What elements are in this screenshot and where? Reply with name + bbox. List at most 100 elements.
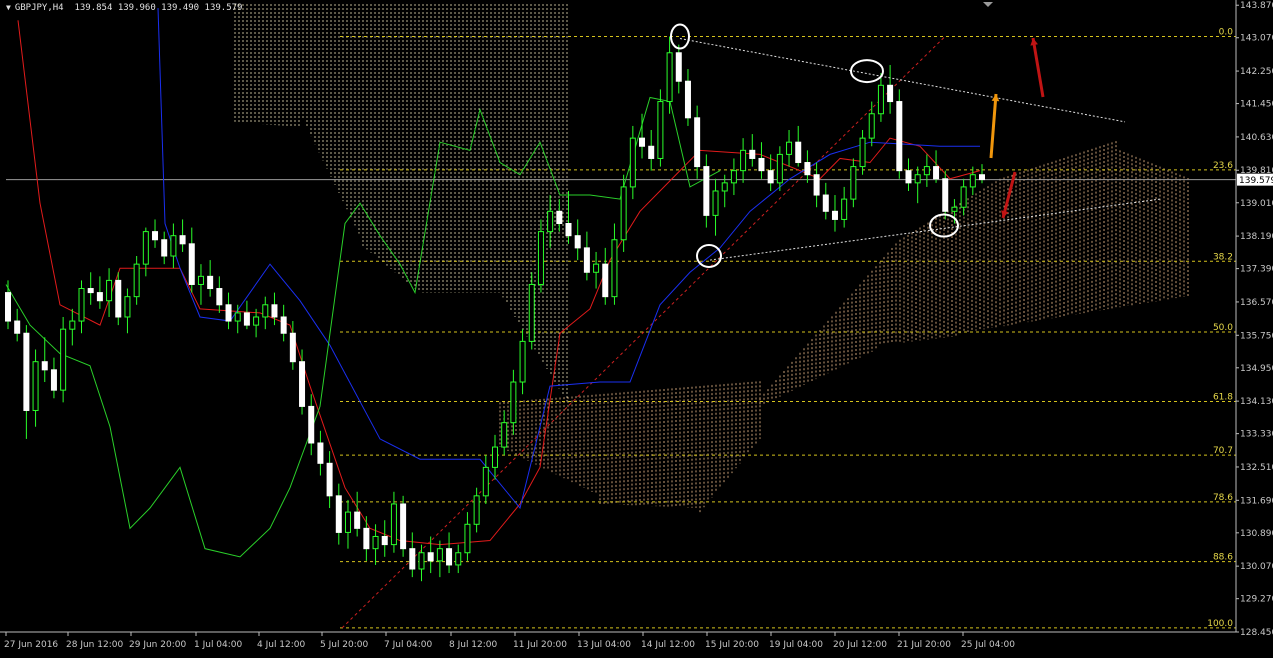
time-tick-label: 7 Jul 04:00: [384, 640, 433, 650]
candle-body: [5, 292, 11, 322]
candle-body: [216, 288, 223, 306]
candle-body: [271, 304, 278, 318]
candle-body: [666, 52, 673, 103]
candle-body: [152, 231, 159, 241]
candle-body: [657, 101, 664, 159]
candle-body: [14, 320, 21, 334]
price-tick-label: 141.450: [1240, 100, 1273, 110]
candle-body: [933, 166, 940, 180]
candle-body: [317, 442, 324, 464]
candle-body: [749, 149, 756, 159]
time-tick-label: 15 Jul 20:00: [705, 640, 759, 650]
candle-body: [602, 263, 609, 298]
candle-body: [96, 292, 103, 302]
swing-point-circle: [696, 244, 722, 269]
time-tick-label: 13 Jul 04:00: [577, 640, 631, 650]
candle-body: [758, 157, 765, 172]
candle-body: [170, 235, 177, 257]
candle-body: [951, 206, 958, 212]
bearish-arrow: [1001, 171, 1017, 219]
candle-body: [979, 174, 985, 181]
candle-body: [32, 361, 39, 411]
price-tick-label: 130.890: [1240, 529, 1273, 539]
candle-body: [455, 552, 462, 566]
candle-body: [547, 210, 554, 233]
candle-body: [262, 304, 269, 318]
candle-body: [831, 210, 838, 220]
candle-body: [409, 548, 416, 570]
candle-body: [822, 194, 829, 212]
candle-body: [795, 141, 802, 164]
candle-body: [593, 263, 600, 273]
candle-body: [905, 170, 912, 184]
candle-body: [106, 279, 113, 302]
candle-body: [694, 117, 701, 168]
price-chart[interactable]: 0.0 23.6 38.2 50.0 61.8 70.7 78.6 88.6 100.0 143.…: [0, 0, 1273, 658]
candle-body: [703, 166, 710, 216]
candle-body: [859, 137, 866, 168]
candle-body: [914, 174, 921, 184]
candle-body: [400, 503, 407, 550]
candle-body: [418, 552, 425, 570]
time-tick-label: 14 Jul 12:00: [641, 640, 695, 650]
candle-body: [473, 495, 480, 525]
swing-point-circle: [850, 59, 884, 84]
time-tick-label: 25 Jul 04:00: [961, 640, 1015, 650]
price-tick-label: 128.450: [1240, 628, 1273, 638]
fib-level-label: 38.2: [1213, 252, 1233, 262]
candle-body: [335, 495, 342, 533]
candle-body: [583, 247, 590, 273]
fib-level-label: 0.0: [1219, 28, 1234, 38]
chart-window: ▼ GBPJPY,H4 139.854 139.960 139.490 139.5…: [0, 0, 1273, 658]
candle-body: [161, 239, 168, 257]
time-tick-label: 19 Jul 04:00: [769, 640, 823, 650]
candle-body: [969, 174, 976, 188]
resistance-trendline: [679, 38, 1126, 123]
candle-body: [115, 279, 122, 318]
candle-body: [565, 222, 572, 237]
candle-body: [574, 235, 581, 249]
current-price-label: 139.579: [1239, 176, 1273, 186]
fib-level-label: 50.0: [1213, 323, 1233, 333]
candle-body: [390, 503, 397, 546]
candle-body: [464, 523, 471, 554]
candle-body: [501, 422, 508, 448]
tenkan-line: [17, 20, 981, 546]
price-tick-label: 139.010: [1240, 199, 1273, 209]
bullish-arrow: [989, 93, 998, 159]
fib-level-label: 78.6: [1213, 493, 1233, 503]
price-tick-label: 137.390: [1240, 265, 1273, 275]
candle-body: [50, 369, 57, 391]
candle-body: [611, 239, 618, 298]
candle-body: [721, 182, 728, 192]
candle-body: [896, 101, 903, 172]
candle-body: [197, 275, 204, 285]
candle-body: [243, 312, 250, 326]
candle-body: [877, 84, 884, 115]
candle-body: [253, 316, 260, 326]
breakout-up-arrow: [1031, 37, 1045, 98]
candle-body: [786, 141, 793, 155]
candle-body: [528, 283, 535, 342]
candle-body: [280, 316, 287, 334]
fib-level-label: 100.0: [1207, 619, 1233, 629]
price-tick-label: 132.510: [1240, 463, 1273, 473]
candle-body: [446, 548, 453, 566]
candle-body: [87, 288, 94, 294]
fib-level-label: 70.7: [1213, 446, 1233, 456]
candle-body: [225, 304, 232, 322]
candle-body: [60, 328, 67, 391]
time-tick-label: 27 Jun 2016: [4, 640, 58, 650]
candle-body: [363, 527, 370, 550]
candle-body: [887, 84, 894, 103]
scroll-marker-icon: [983, 2, 993, 7]
time-tick-label: 8 Jul 12:00: [449, 640, 498, 650]
candle-body: [510, 381, 517, 424]
candle-body: [776, 153, 783, 184]
price-tick-label: 135.750: [1240, 331, 1273, 341]
price-tick-label: 131.690: [1240, 496, 1273, 506]
candle-body: [142, 231, 149, 265]
candle-body: [868, 113, 875, 139]
candle-body: [344, 511, 351, 533]
price-tick-label: 136.570: [1240, 298, 1273, 308]
